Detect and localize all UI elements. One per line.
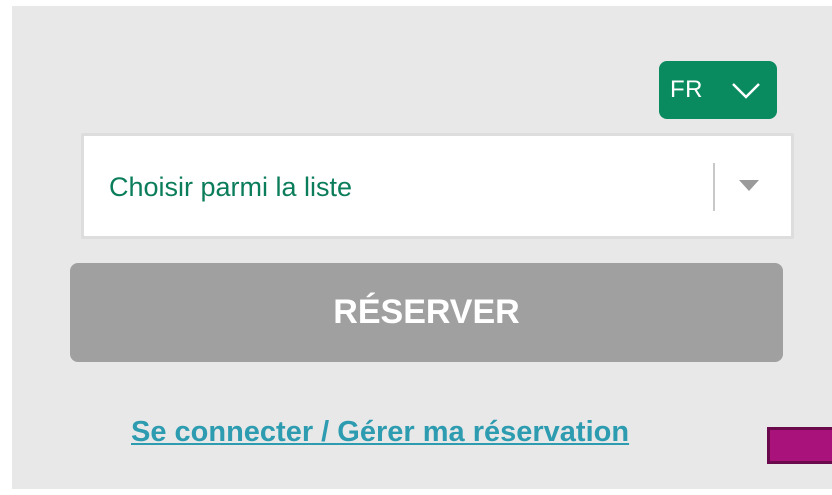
login-manage-booking-link[interactable]: Se connecter / Gérer ma réservation xyxy=(131,416,629,449)
select-value: Choisir parmi la liste xyxy=(109,172,353,202)
reserve-button[interactable]: RÉSERVER xyxy=(70,263,783,362)
select-separator xyxy=(713,163,715,211)
language-label: FR xyxy=(670,76,703,103)
list-select[interactable]: Choisir parmi la liste xyxy=(81,133,794,239)
language-selector[interactable]: FR xyxy=(659,61,777,119)
accent-tab[interactable] xyxy=(767,427,832,464)
caret-down-icon xyxy=(739,180,759,191)
chevron-down-icon xyxy=(732,83,760,99)
